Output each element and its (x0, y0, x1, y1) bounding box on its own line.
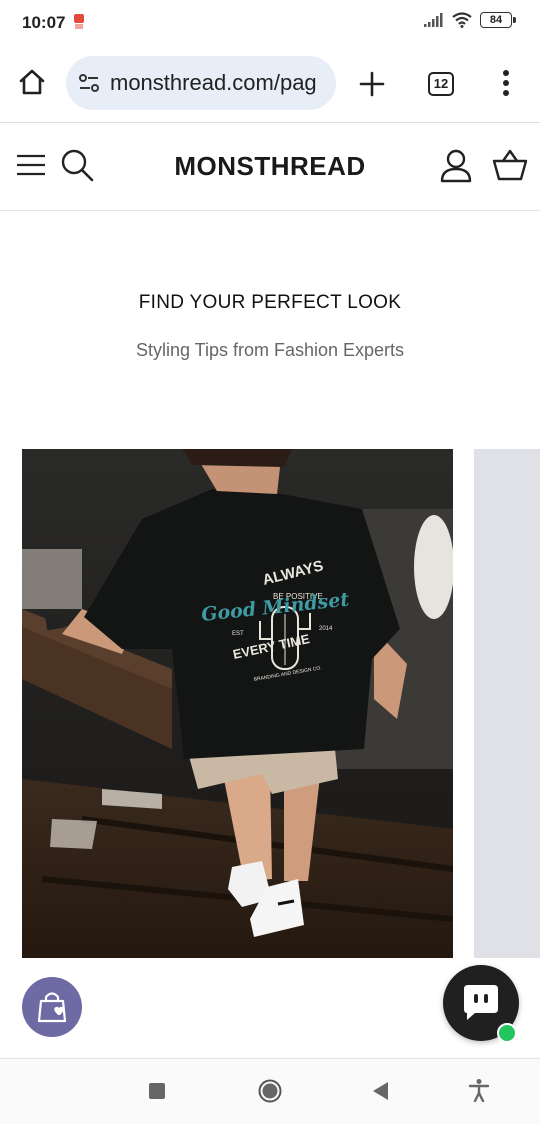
overflow-menu-icon[interactable] (496, 68, 516, 98)
url-text[interactable]: monsthread.com/pag (110, 70, 332, 96)
print-text-left: EST (232, 631, 244, 637)
carousel-slide-photo[interactable]: ALWAYS BE POSITIVE Good Mindset EST 2014… (22, 449, 453, 958)
status-bar: 10:07 84 (0, 0, 540, 46)
carousel-slide-next[interactable] (474, 449, 540, 958)
shopping-bag-heart-icon (37, 992, 67, 1023)
section-subtitle: Styling Tips from Fashion Experts (135, 340, 405, 360)
home-circle-icon[interactable] (258, 1079, 282, 1103)
system-nav-bar (0, 1058, 540, 1124)
recents-icon[interactable] (149, 1083, 165, 1099)
wifi-icon (452, 12, 472, 28)
site-header: MONSTHREAD (0, 123, 540, 211)
accessibility-icon[interactable] (468, 1078, 490, 1102)
site-settings-icon[interactable] (78, 73, 100, 93)
address-bar[interactable]: monsthread.com/pag (66, 56, 336, 110)
tab-switcher-icon[interactable]: 12 (428, 72, 454, 96)
cart-icon[interactable] (492, 149, 528, 181)
status-time: 10:07 (22, 13, 66, 32)
section-title: FIND YOUR PERFECT LOOK (138, 292, 402, 313)
wishlist-button[interactable] (22, 977, 82, 1037)
browser-toolbar: monsthread.com/pag 12 (0, 46, 540, 123)
styling-photo: ALWAYS BE POSITIVE Good Mindset EST 2014… (22, 449, 453, 958)
paytm-notification-icon (74, 14, 84, 29)
signal-icon (424, 13, 443, 27)
online-status-dot (497, 1023, 517, 1043)
print-text-right: 2014 (319, 626, 333, 632)
account-icon[interactable] (438, 148, 474, 184)
battery-icon: 84 (480, 12, 516, 28)
back-icon[interactable] (371, 1081, 389, 1101)
home-icon[interactable] (16, 66, 48, 98)
new-tab-icon[interactable] (358, 70, 386, 98)
